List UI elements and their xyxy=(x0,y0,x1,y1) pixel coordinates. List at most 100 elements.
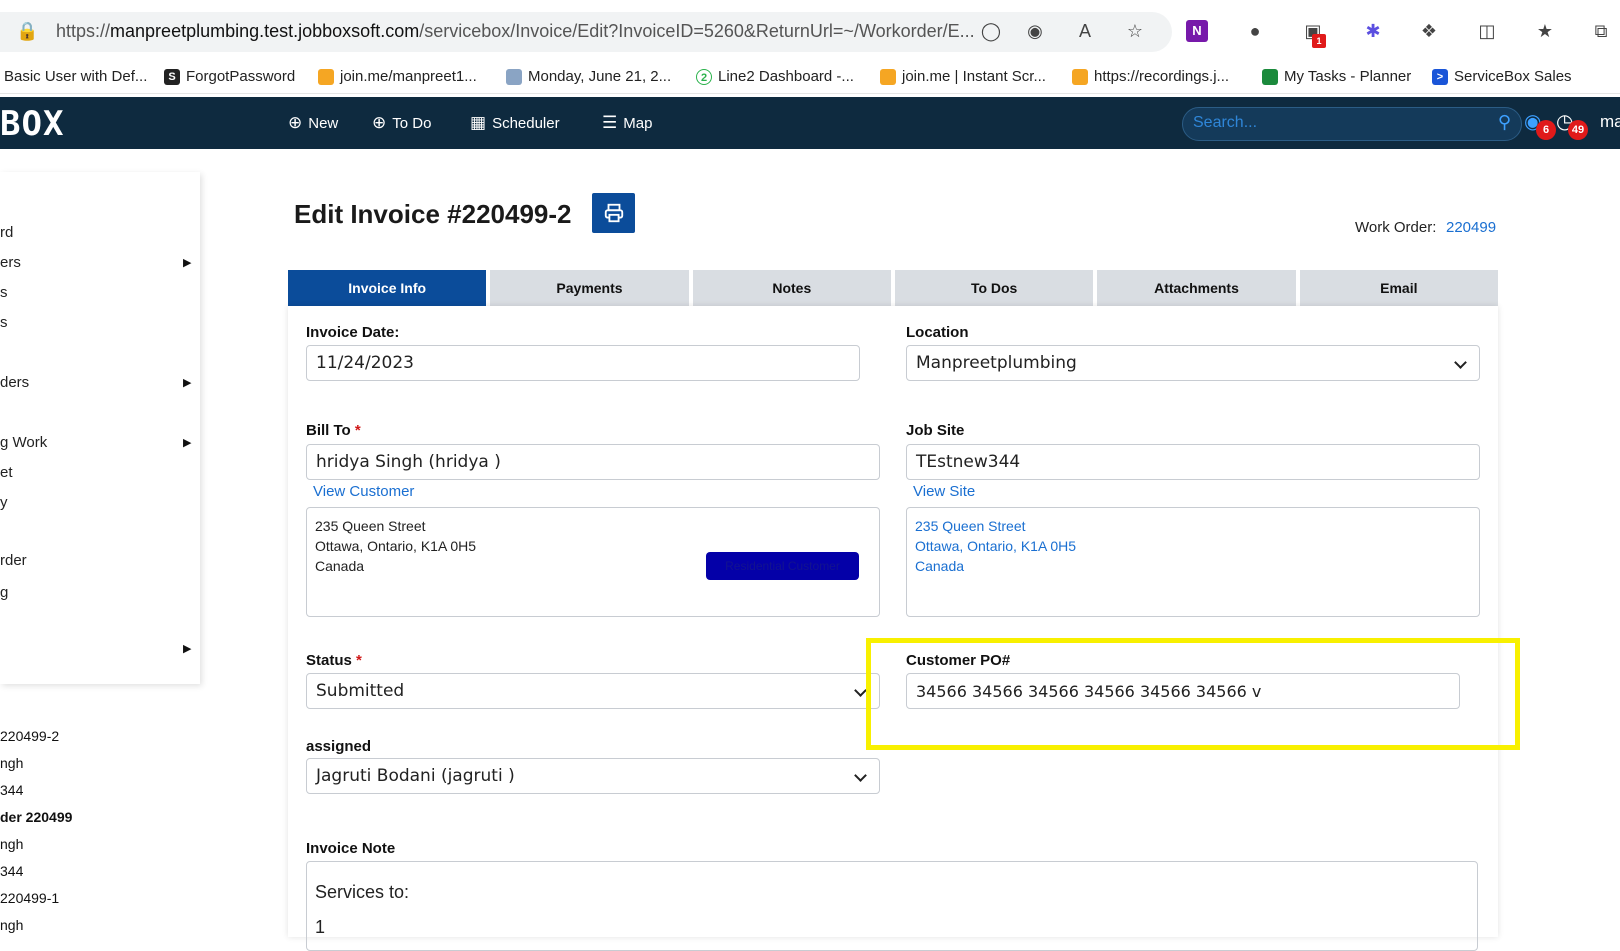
onenote-icon[interactable]: N xyxy=(1186,20,1208,42)
eye-off-icon[interactable]: ◉ xyxy=(1024,20,1046,42)
required-marker: * xyxy=(354,422,361,439)
recent-item[interactable]: ngh xyxy=(0,755,23,771)
nav-label: New xyxy=(308,114,339,132)
bookmark-item[interactable]: Basic User with Def... xyxy=(4,68,147,85)
joinme-icon xyxy=(880,68,896,85)
servicebox-icon: > xyxy=(1432,68,1448,85)
app-navbar: BOX ⊕New ⊕To Do ▦Scheduler ☰Map ⚲ ◉ 6 ◷ … xyxy=(0,97,1620,149)
view-customer-link[interactable]: View Customer xyxy=(313,483,414,500)
note-line: Services to: xyxy=(315,882,410,902)
assigned-select[interactable]: Jagruti Bodani (jagruti ) xyxy=(306,758,880,794)
status-select[interactable]: Submitted xyxy=(306,673,880,709)
nav-map-button[interactable]: ☰ Map xyxy=(602,113,652,133)
bookmark-label: Line2 Dashboard -... xyxy=(718,68,854,85)
favorites-icon[interactable]: ★ xyxy=(1534,20,1556,42)
status-label: Status * xyxy=(306,652,362,669)
invoice-form-panel xyxy=(288,306,1498,937)
lock-icon[interactable]: 🔒 xyxy=(16,20,38,42)
bill-to-field[interactable]: hridya Singh (hridya ) xyxy=(306,444,880,480)
collections-icon[interactable]: ⧉ xyxy=(1590,20,1612,42)
puzzle-icon[interactable]: ❖ xyxy=(1418,20,1440,42)
split-screen-icon[interactable]: ◫ xyxy=(1476,20,1498,42)
sidebar-item[interactable]: g xyxy=(0,584,8,601)
tab-bar: Invoice Info Payments Notes To Dos Attac… xyxy=(288,270,1498,306)
bookmark-item[interactable]: S ForgotPassword xyxy=(164,68,295,85)
calendar-icon: ▦ xyxy=(470,113,487,132)
sidebar-item[interactable]: ders xyxy=(0,374,29,391)
invoice-note-editor[interactable]: Services to: 1 xyxy=(306,861,1478,951)
sidebar-item[interactable]: ers xyxy=(0,254,21,271)
tab-email[interactable]: Email xyxy=(1299,270,1498,306)
recent-item[interactable]: 220499-2 xyxy=(0,728,59,744)
cookie-icon[interactable]: ● xyxy=(1244,20,1266,42)
tab-invoice-info[interactable]: Invoice Info xyxy=(288,270,487,306)
tab-to-dos[interactable]: To Dos xyxy=(894,270,1094,306)
sidebar-item[interactable]: et xyxy=(0,464,13,481)
bookmark-label: join.me | Instant Scr... xyxy=(902,68,1046,85)
recent-item[interactable]: 344 xyxy=(0,863,23,879)
user-menu[interactable]: ma xyxy=(1600,112,1620,132)
search-input[interactable] xyxy=(1193,114,1473,132)
search-icon[interactable]: ⚲ xyxy=(1498,112,1511,133)
address-line: 235 Queen Street xyxy=(915,518,1026,534)
bookmark-item[interactable]: My Tasks - Planner xyxy=(1262,68,1411,85)
bookmark-item[interactable]: join.me/manpreet1... xyxy=(318,68,477,85)
chevron-right-icon[interactable]: ▶ xyxy=(183,642,191,655)
browser-toolbar: 🔒 https://manpreetplumbing.test.jobboxso… xyxy=(0,0,1620,58)
view-site-link[interactable]: View Site xyxy=(913,483,975,500)
bill-to-label: Bill To * xyxy=(306,422,361,439)
status-label-text: Status xyxy=(306,652,352,669)
star-icon[interactable]: ☆ xyxy=(1124,20,1146,42)
location-icon[interactable]: ◯ xyxy=(980,20,1002,42)
invoice-note-label: Invoice Note xyxy=(306,840,396,857)
location-select[interactable]: Manpreetplumbing xyxy=(906,345,1480,381)
job-site-field[interactable]: TEstnew344 xyxy=(906,444,1480,480)
tab-payments[interactable]: Payments xyxy=(490,270,689,306)
print-button[interactable] xyxy=(592,193,635,233)
address-line: Canada xyxy=(915,558,965,574)
map-icon: ☰ xyxy=(602,113,618,132)
job-site-label: Job Site xyxy=(906,422,965,439)
sidebar-item[interactable]: s xyxy=(0,284,8,301)
location-badge: 6 xyxy=(1536,120,1556,140)
bookmark-item[interactable]: join.me | Instant Scr... xyxy=(880,68,1046,85)
sidebar-item[interactable]: rder xyxy=(0,552,27,569)
joinme-icon xyxy=(1072,68,1088,85)
nav-todo-button[interactable]: ⊕ To Do xyxy=(372,113,431,133)
bookmark-item[interactable]: > ServiceBox Sales xyxy=(1432,68,1572,85)
recent-item[interactable]: 220499-1 xyxy=(0,890,59,906)
calendar-icon xyxy=(506,68,522,85)
assigned-label: assigned xyxy=(306,738,372,755)
sidebar-menu: rd ers ▶ s s ders ▶ g Work ▶ et y rder g… xyxy=(0,172,200,684)
chevron-right-icon: ▶ xyxy=(183,377,192,389)
nav-scheduler-button[interactable]: ▦ Scheduler xyxy=(470,113,560,133)
invoice-date-field[interactable]: 11/24/2023 xyxy=(306,345,860,381)
job-site-address-box[interactable]: 235 Queen Street Ottawa, Ontario, K1A 0H… xyxy=(906,507,1480,617)
recent-item[interactable]: der 220499 xyxy=(0,809,72,825)
search-box: ⚲ xyxy=(1182,107,1522,141)
url-text[interactable]: https://manpreetplumbing.test.jobboxsoft… xyxy=(56,21,975,42)
planner-icon xyxy=(1262,68,1278,85)
tab-notes[interactable]: Notes xyxy=(692,270,891,306)
app-logo[interactable]: BOX xyxy=(0,104,64,144)
sidebar-item[interactable]: y xyxy=(0,494,8,511)
residential-customer-badge: Residential Customer xyxy=(706,552,859,580)
work-order-link[interactable]: 220499 xyxy=(1446,219,1496,236)
assigned-value: Jagruti Bodani (jagruti ) xyxy=(316,766,515,786)
location-value: Manpreetplumbing xyxy=(916,353,1077,373)
copilot-icon[interactable]: ✱ xyxy=(1362,20,1384,42)
tab-attachments[interactable]: Attachments xyxy=(1097,270,1296,306)
bookmark-item[interactable]: 2 Line2 Dashboard -... xyxy=(696,68,854,85)
recent-item[interactable]: ngh xyxy=(0,917,23,933)
bookmark-item[interactable]: Monday, June 21, 2... xyxy=(506,68,671,85)
address-line: Ottawa, Ontario, K1A 0H5 xyxy=(915,538,1077,554)
recent-item[interactable]: ngh xyxy=(0,836,23,852)
sidebar-item[interactable]: rd xyxy=(0,224,13,241)
read-aloud-icon[interactable]: A xyxy=(1074,20,1096,42)
bookmark-item[interactable]: https://recordings.j... xyxy=(1072,68,1229,85)
sidebar-item[interactable]: s xyxy=(0,314,8,331)
nav-new-button[interactable]: ⊕ New xyxy=(288,113,338,133)
bookmarks-bar: Basic User with Def... S ForgotPassword j… xyxy=(0,62,1620,94)
sidebar-item[interactable]: g Work xyxy=(0,434,47,451)
recent-item[interactable]: 344 xyxy=(0,782,23,798)
